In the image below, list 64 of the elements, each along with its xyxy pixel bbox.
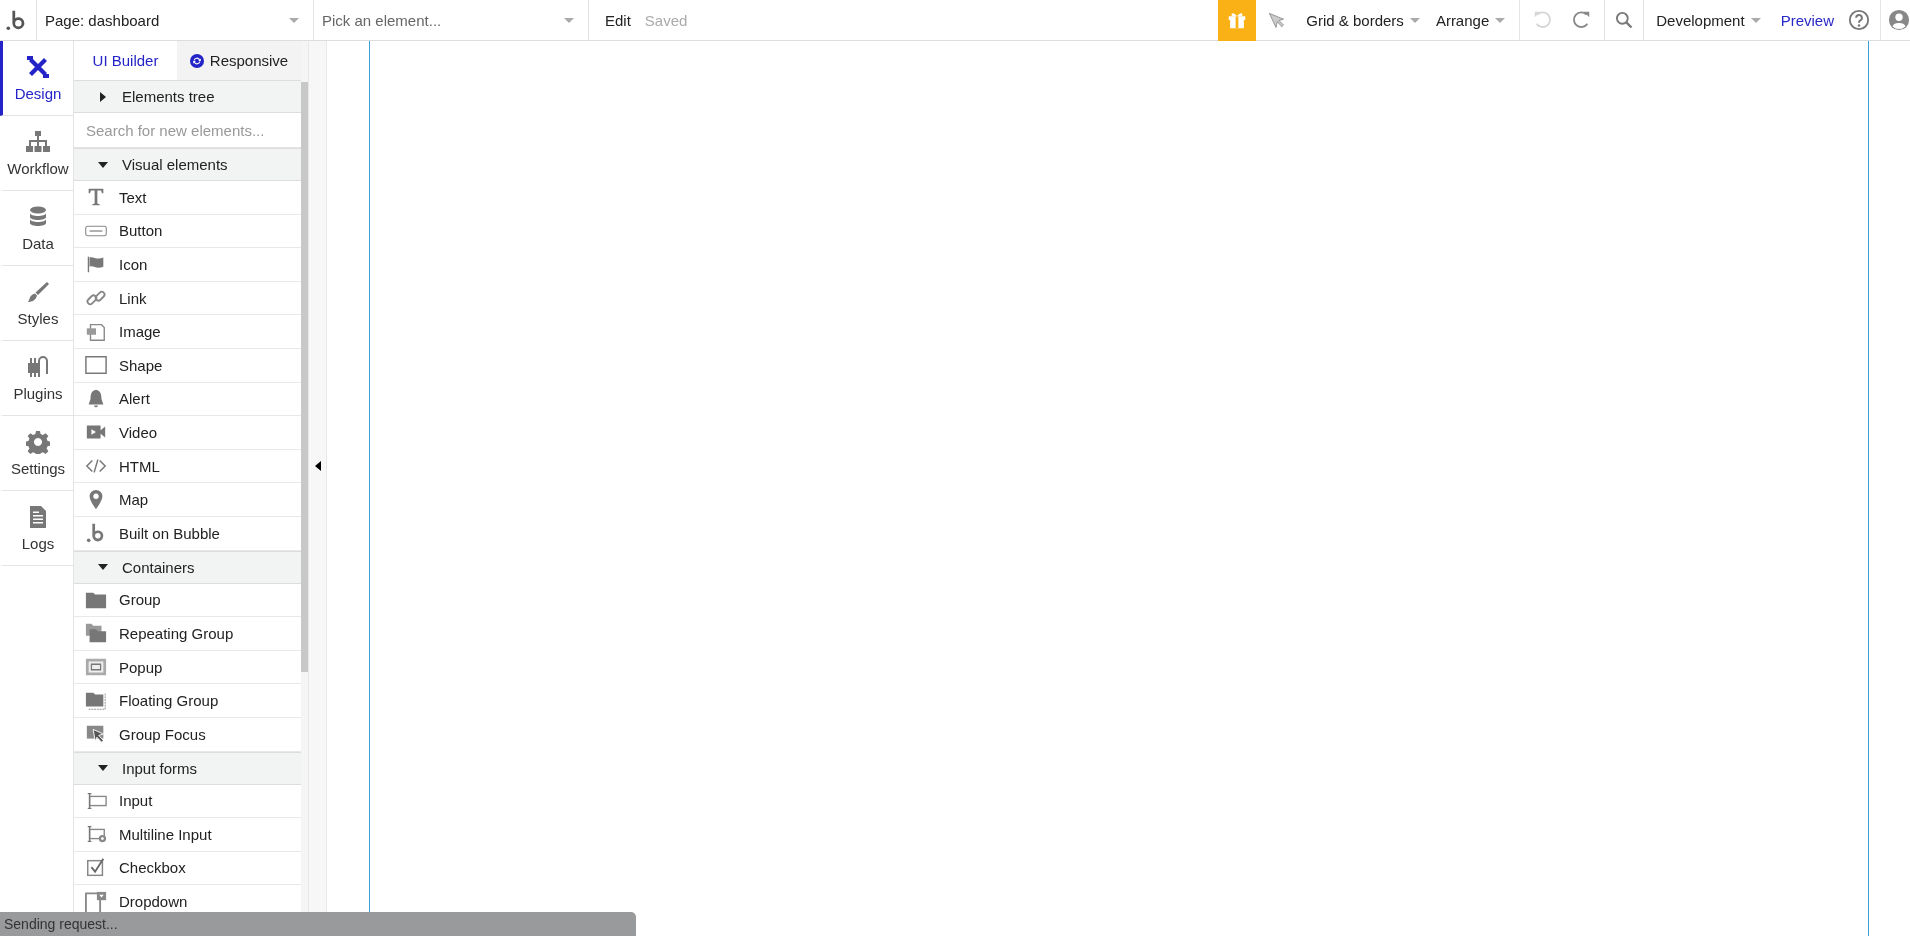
nav-item[interactable]: Settings xyxy=(0,416,73,491)
grid-borders-menu[interactable]: Grid & borders xyxy=(1298,11,1428,29)
collapse-arrow-icon xyxy=(314,461,321,471)
status-message: Sending request... xyxy=(3,916,118,932)
caret-icon xyxy=(1495,17,1506,23)
design-icon xyxy=(26,54,50,79)
nav-item[interactable]: Workflow xyxy=(0,116,73,191)
avatar-icon[interactable] xyxy=(1888,9,1910,31)
element-item[interactable]: Video xyxy=(74,416,301,450)
element-item[interactable]: Shape xyxy=(74,348,301,383)
tab[interactable]: Responsive xyxy=(177,41,301,80)
caret-icon xyxy=(564,17,574,23)
section-header[interactable]: Input forms xyxy=(74,751,301,785)
element-item[interactable]: Group Focus xyxy=(74,717,301,752)
element-dropdown[interactable]: Pick an element... xyxy=(313,0,588,40)
plugins-icon xyxy=(26,354,50,379)
gift-button[interactable] xyxy=(1218,0,1257,41)
save-status: Saved xyxy=(644,11,688,29)
settings-icon xyxy=(26,429,50,454)
element-item[interactable]: Button xyxy=(74,214,301,249)
sync-icon xyxy=(189,53,204,68)
workflow-icon xyxy=(26,129,50,154)
element-item[interactable]: Link xyxy=(74,281,301,316)
caret-right-icon xyxy=(98,91,108,102)
caret-icon xyxy=(1409,17,1420,23)
element-item[interactable]: Checkbox xyxy=(74,851,301,886)
caret-down-icon xyxy=(98,161,108,168)
caret-icon xyxy=(289,17,299,23)
element-item[interactable]: Map xyxy=(74,483,301,517)
element-item[interactable]: Image xyxy=(74,315,301,349)
element-item[interactable]: Alert xyxy=(74,382,301,417)
shape-icon xyxy=(85,354,107,377)
arrange-menu[interactable]: Arrange xyxy=(1427,11,1514,29)
nav-item[interactable]: Styles xyxy=(0,266,73,341)
search-icon[interactable] xyxy=(1614,10,1635,30)
popup-icon xyxy=(85,656,107,678)
environment-menu[interactable]: Development xyxy=(1644,11,1775,29)
section-header[interactable]: Elements tree xyxy=(74,80,301,113)
section-header[interactable]: Containers xyxy=(74,550,301,584)
pointer-icon[interactable] xyxy=(1266,10,1287,30)
element-item[interactable]: Repeating Group xyxy=(74,617,301,651)
element-item[interactable]: Floating Group xyxy=(74,684,301,718)
element-item[interactable]: Multiline Input xyxy=(74,818,301,852)
caret-icon xyxy=(1750,17,1761,23)
nav-item[interactable]: Plugins xyxy=(0,341,73,416)
page-dropdown[interactable]: Page: dashboard xyxy=(36,0,313,40)
edit-button[interactable]: Edit xyxy=(605,11,631,29)
section-header[interactable]: Visual elements xyxy=(74,148,301,181)
dropdown-icon xyxy=(85,890,107,913)
checkbox-icon xyxy=(85,857,107,879)
caret-down-icon xyxy=(98,564,108,571)
preview-link[interactable]: Preview xyxy=(1780,11,1834,29)
styles-icon xyxy=(26,279,50,304)
repeating-icon xyxy=(85,622,107,645)
element-item[interactable]: Group xyxy=(74,583,301,618)
element-item[interactable]: Icon xyxy=(74,248,301,282)
element-item[interactable]: Built on Bubble xyxy=(74,516,301,551)
caret-down-icon xyxy=(98,765,108,771)
element-item[interactable]: Popup xyxy=(74,650,301,685)
help-icon[interactable] xyxy=(1848,9,1870,31)
scrollbar[interactable] xyxy=(301,82,308,672)
nav-item[interactable]: Data xyxy=(0,191,73,266)
search-field[interactable]: Search for new elements... xyxy=(74,121,301,139)
nav-item[interactable]: Logs xyxy=(0,491,73,566)
